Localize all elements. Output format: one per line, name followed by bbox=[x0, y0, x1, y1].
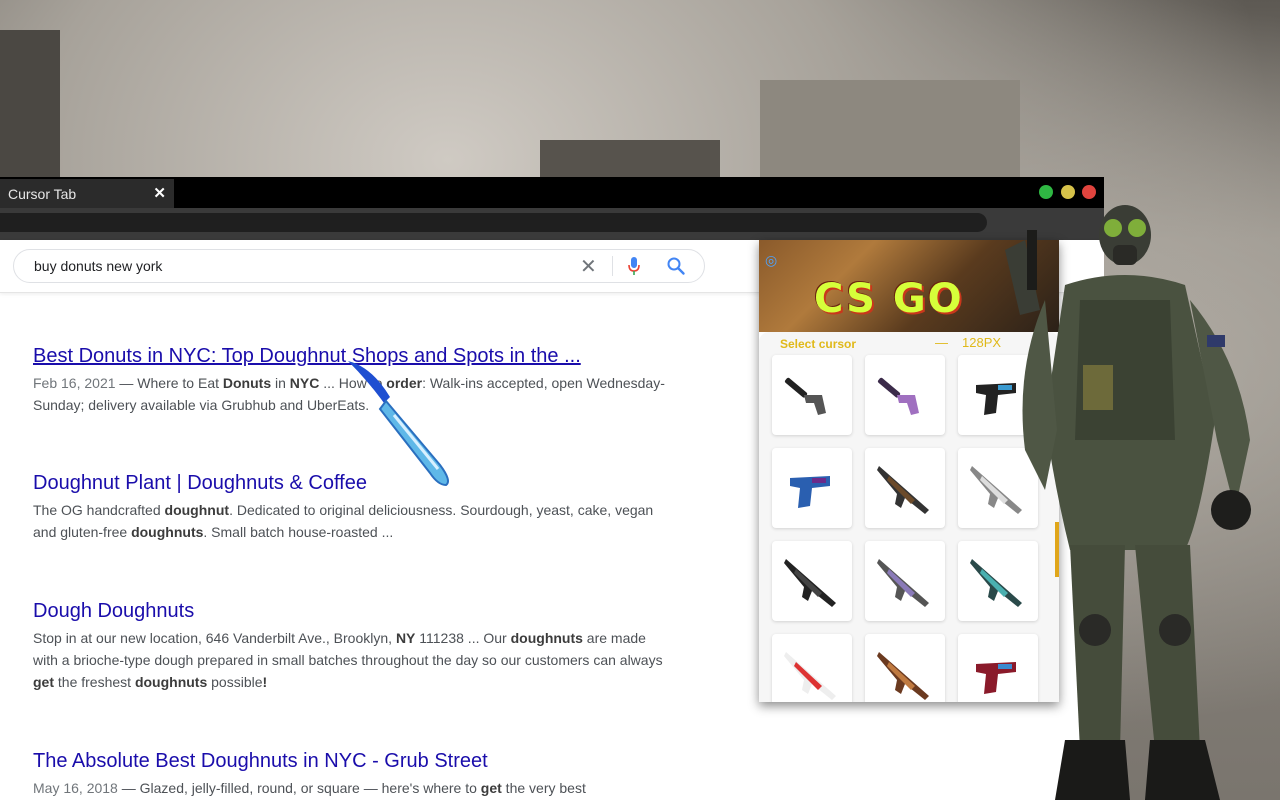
result-snippet-text: The OG handcrafted bbox=[33, 502, 165, 518]
snippet-keyword: NYC bbox=[289, 375, 320, 391]
knife-cursor-icon bbox=[348, 361, 449, 487]
search-divider bbox=[612, 256, 613, 276]
result-snippet: May 16, 2018 — Glazed, jelly-filled, rou… bbox=[33, 777, 673, 799]
cursor-option-usp-silencer-black[interactable] bbox=[772, 355, 852, 435]
search-input[interactable]: buy donuts new york bbox=[34, 258, 162, 274]
result-snippet-text: possible bbox=[207, 674, 263, 690]
search-result: The Absolute Best Doughnuts in NYC - Gru… bbox=[33, 748, 673, 799]
snippet-keyword: doughnuts bbox=[134, 674, 208, 690]
csgo-logo: CS GO bbox=[814, 276, 964, 322]
address-bar[interactable] bbox=[0, 213, 987, 232]
snippet-keyword: ! bbox=[262, 674, 268, 690]
building-left bbox=[0, 30, 60, 180]
result-snippet-text: the very best bbox=[501, 780, 586, 796]
snippet-keyword: Donuts bbox=[222, 375, 272, 391]
tab-bar: Cursor Tab ✕ bbox=[0, 177, 1104, 208]
soldier-character-image bbox=[1005, 205, 1251, 800]
building-mid bbox=[540, 140, 720, 180]
search-box[interactable]: buy donuts new york ✕ bbox=[13, 249, 705, 283]
cursor-option-usp-silencer-purple[interactable] bbox=[865, 355, 945, 435]
browser-toolbar bbox=[0, 208, 1104, 240]
cursor-option-m4a4-black[interactable] bbox=[772, 541, 852, 621]
result-snippet: The OG handcrafted doughnut. Dedicated t… bbox=[33, 499, 673, 543]
globe-icon: ◎ bbox=[765, 252, 778, 268]
snippet-keyword: get bbox=[480, 780, 502, 796]
tab-cursor-tab[interactable]: Cursor Tab ✕ bbox=[0, 179, 174, 208]
result-snippet-text: 111238 ... Our bbox=[415, 630, 511, 646]
snippet-keyword: doughnut bbox=[164, 502, 230, 518]
cursor-option-ak47-black[interactable] bbox=[865, 448, 945, 528]
result-title-link[interactable]: Dough Doughnuts bbox=[33, 598, 673, 624]
result-snippet-text: . Small batch house-roasted ... bbox=[203, 524, 394, 540]
cursor-option-awp-asiimov[interactable] bbox=[772, 634, 852, 702]
close-icon[interactable]: ✕ bbox=[580, 254, 597, 279]
search-result: Dough Doughnuts Stop in at our new locat… bbox=[33, 598, 673, 693]
building-right bbox=[760, 80, 1020, 180]
result-snippet-text: in bbox=[271, 375, 290, 391]
select-cursor-label: Select cursor bbox=[780, 337, 857, 351]
result-snippet-text: — Where to Eat bbox=[115, 375, 223, 391]
result-title-link[interactable]: The Absolute Best Doughnuts in NYC - Gru… bbox=[33, 748, 673, 774]
mic-icon[interactable] bbox=[627, 256, 641, 276]
cursor-option-m4a4-purple[interactable] bbox=[865, 541, 945, 621]
snippet-keyword: doughnuts bbox=[131, 524, 204, 540]
result-snippet-text: Stop in at our new location, 646 Vanderb… bbox=[33, 630, 396, 646]
tab-close-icon[interactable]: ✕ bbox=[153, 184, 166, 202]
cursor-option-ak47-wood[interactable] bbox=[865, 634, 945, 702]
result-snippet-text: — Glazed, jelly-filled, round, or square… bbox=[117, 780, 481, 796]
snippet-keyword: get bbox=[33, 674, 54, 690]
size-slider-icon[interactable]: — bbox=[935, 335, 948, 350]
tab-title: Cursor Tab bbox=[8, 186, 77, 202]
result-snippet: Stop in at our new location, 646 Vanderb… bbox=[33, 627, 673, 693]
snippet-keyword: NY bbox=[395, 630, 416, 646]
result-snippet-text: the freshest bbox=[54, 674, 135, 690]
cursor-option-glock-teal[interactable] bbox=[772, 448, 852, 528]
result-date: May 16, 2018 bbox=[33, 780, 118, 796]
snippet-keyword: doughnuts bbox=[510, 630, 583, 646]
result-date: Feb 16, 2021 bbox=[33, 375, 116, 391]
search-icon[interactable] bbox=[666, 256, 686, 276]
